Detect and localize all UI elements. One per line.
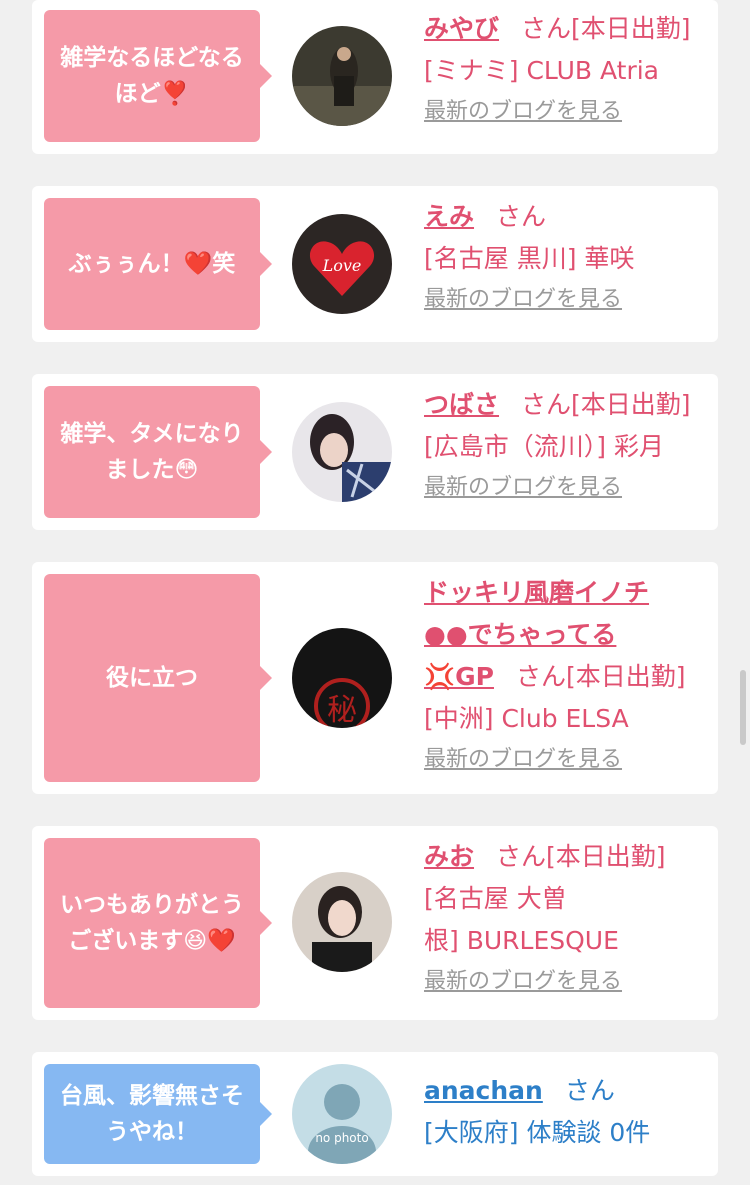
avatar-photo: Love [292,214,392,314]
avatar-photo [292,872,392,972]
user-name-link[interactable]: ●●でちゃってる [424,620,616,649]
comment-bubble: 台風、影響無さそ うやね！ [44,1064,272,1164]
avatar-photo: 秘 [292,628,392,728]
shop-label: [名古屋 大曽 [424,884,567,913]
comment-bubble: 役に立つ [44,574,272,782]
shop-label: [中洲] Club ELSA [424,704,629,733]
avatar-photo: no photo [292,1064,392,1164]
shop-label: [広島市（流川）] 彩月 [424,432,664,461]
avatar[interactable] [292,402,392,502]
comment-card: ぶぅぅん！❤️笑 Love えみ さん [名古屋 黒川] 華咲 最新のブログを見る [32,186,718,342]
scrollbar[interactable] [740,670,746,745]
user-name-link[interactable]: えみ [424,202,474,231]
comment-bubble: 雑学、タメになり ました😳 [44,386,272,518]
blog-comment-list: 雑学なるほどなる ほど❣️ みやび さん[本日出勤] [ミナミ] CLUB Atr… [0,0,750,1185]
user-suffix: さん[本日出勤] [496,842,666,871]
user-name-link[interactable]: みやび [424,14,499,43]
avatar[interactable] [292,872,392,972]
svg-text:Love: Love [322,256,362,275]
user-suffix: さん[本日出勤] [515,662,686,691]
latest-blog-link[interactable]: 最新のブログを見る [424,96,622,128]
latest-blog-link[interactable]: 最新のブログを見る [424,744,622,776]
avatar[interactable]: no photo [292,1064,392,1164]
latest-blog-link[interactable]: 最新のブログを見る [424,966,622,998]
avatar[interactable]: Love [292,214,392,314]
user-suffix: さん [564,1076,615,1105]
no-photo-label: no photo [315,1131,368,1145]
comment-card: 台風、影響無さそ うやね！ no photo anachan さん [大阪府] 体… [32,1052,718,1176]
latest-blog-link[interactable]: 最新のブログを見る [424,284,622,316]
svg-text:秘: 秘 [327,693,357,728]
avatar-photo [292,26,392,126]
shop-label: [大阪府] 体験談 0件 [424,1118,651,1147]
comment-card: 役に立つ 秘 ドッキリ風磨イノチ ●●でちゃってる 💢GP さん[本日出勤] [中… [32,562,718,794]
shop-label: 根] BURLESQUE [424,926,619,955]
entry-info: ドッキリ風磨イノチ ●●でちゃってる 💢GP さん[本日出勤] [中洲] Club… [424,572,710,776]
entry-info: みお さん[本日出勤] [名古屋 大曽 根] BURLESQUE 最新のブログを見… [424,836,710,998]
comment-bubble: いつもありがとう ございます😆❤️ [44,838,272,1008]
comment-card: いつもありがとう ございます😆❤️ みお さん[本日出勤] [名古屋 大曽 根] … [32,826,718,1020]
comment-bubble: ぶぅぅん！❤️笑 [44,198,272,330]
user-suffix: さん [496,202,547,231]
avatar[interactable]: 秘 [292,628,392,728]
user-name-link[interactable]: みお [424,842,474,871]
user-suffix: さん[本日出勤] [521,390,691,419]
entry-info: つばさ さん[本日出勤] [広島市（流川）] 彩月 最新のブログを見る [424,384,710,504]
latest-blog-link[interactable]: 最新のブログを見る [424,472,622,504]
shop-label: [ミナミ] CLUB Atria [424,56,659,85]
avatar[interactable] [292,26,392,126]
user-suffix: さん[本日出勤] [521,14,691,43]
user-name-link[interactable]: 💢GP [424,662,494,691]
comment-card: 雑学、タメになり ました😳 つばさ さん[本日出勤] [広島市（流川）] 彩月 最… [32,374,718,530]
entry-info: みやび さん[本日出勤] [ミナミ] CLUB Atria 最新のブログを見る [424,8,710,128]
entry-info: anachan さん [大阪府] 体験談 0件 [424,1070,710,1154]
comment-card: 雑学なるほどなる ほど❣️ みやび さん[本日出勤] [ミナミ] CLUB Atr… [32,0,718,154]
user-name-link[interactable]: anachan [424,1076,543,1105]
user-name-link[interactable]: ドッキリ風磨イノチ [424,578,649,607]
avatar-photo [292,402,392,502]
comment-bubble: 雑学なるほどなる ほど❣️ [44,10,272,142]
user-name-link[interactable]: つばさ [424,390,499,419]
shop-label: [名古屋 黒川] 華咲 [424,244,635,273]
entry-info: えみ さん [名古屋 黒川] 華咲 最新のブログを見る [424,196,710,316]
